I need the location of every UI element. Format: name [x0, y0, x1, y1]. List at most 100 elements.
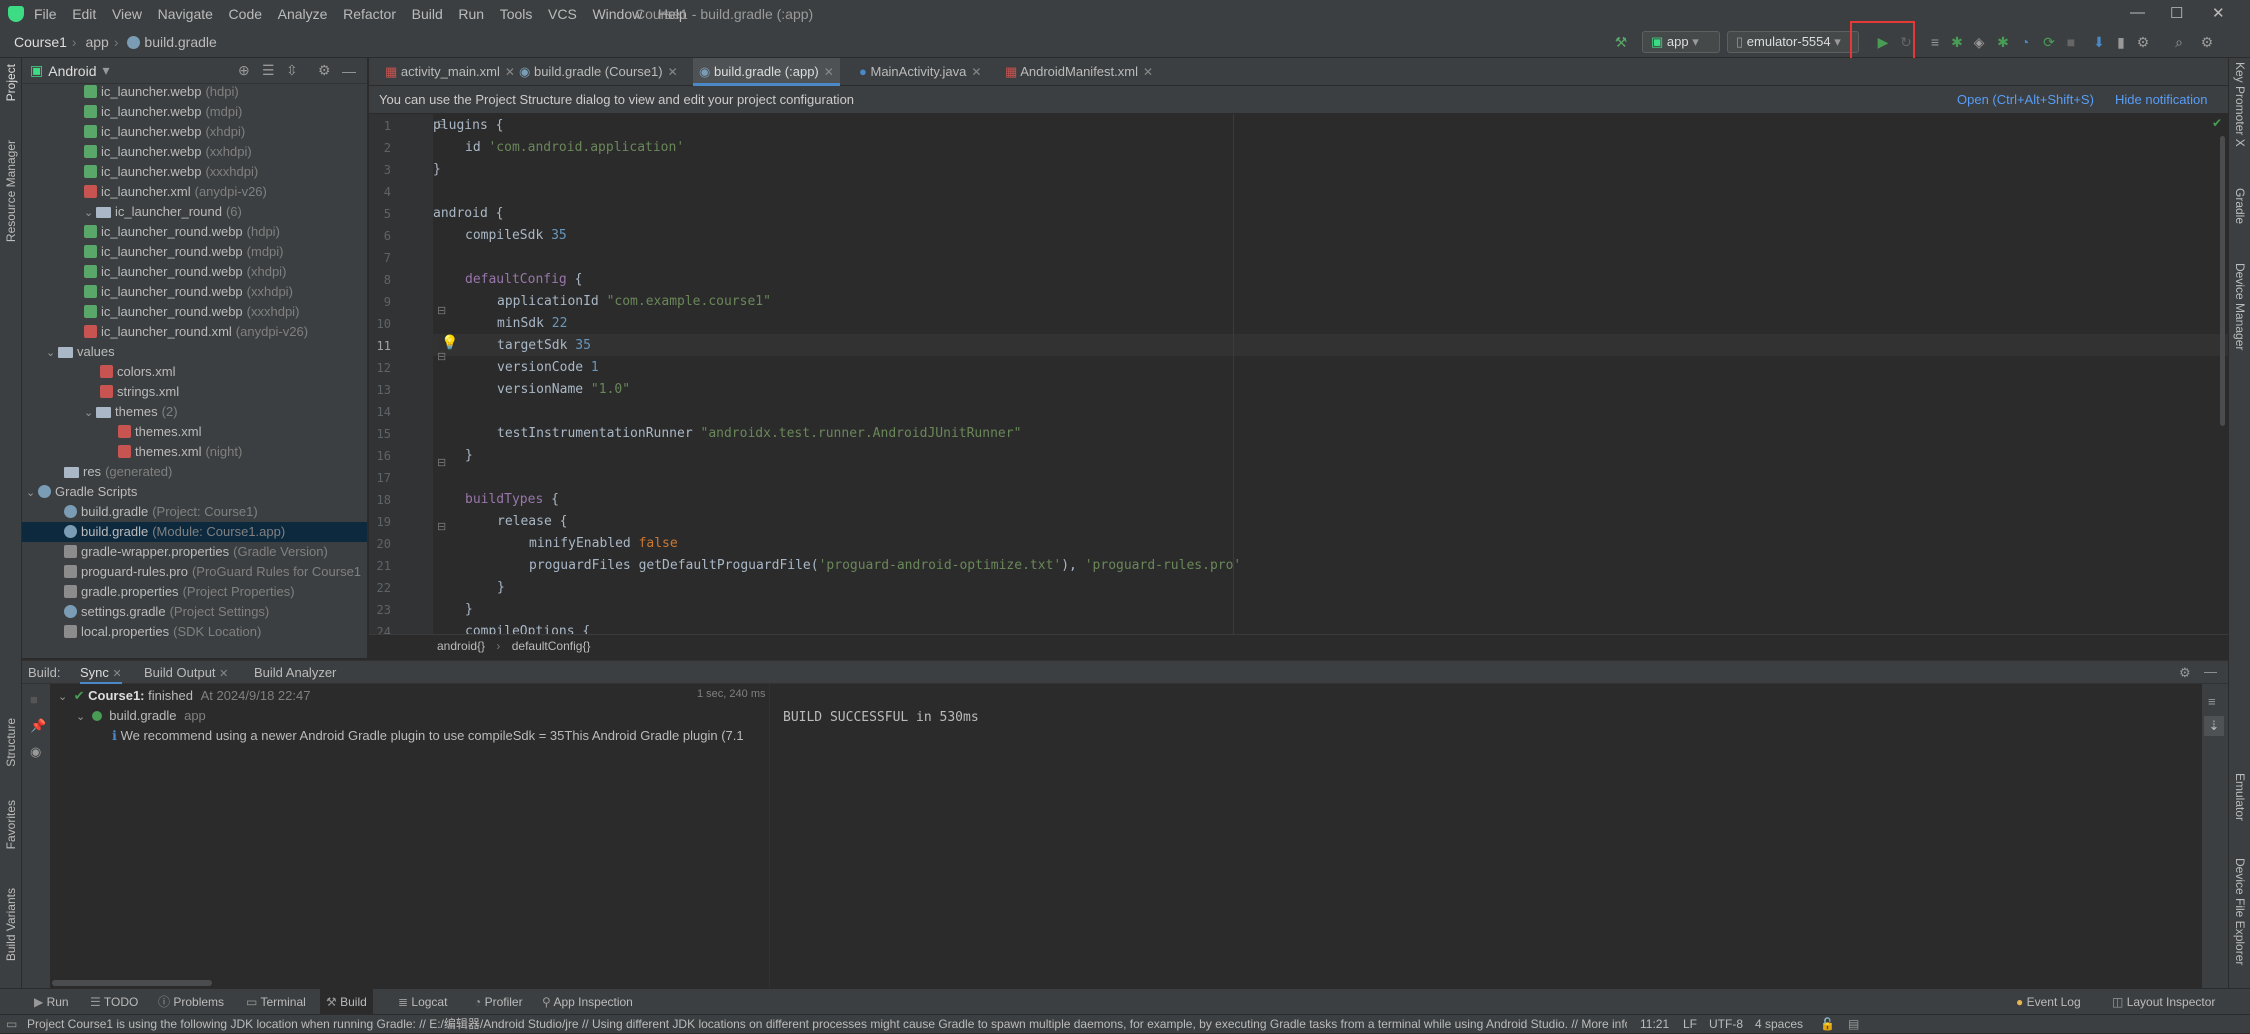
- menu-vcs[interactable]: VCS: [548, 6, 577, 22]
- chevron-down-icon[interactable]: ⌄: [46, 343, 58, 363]
- breadcrumb-project[interactable]: Course1: [14, 34, 67, 50]
- chevron-down-icon[interactable]: ⌄: [26, 483, 38, 503]
- build-variants-strip-button[interactable]: Build Variants: [4, 888, 18, 961]
- chevron-down-icon[interactable]: ▾: [103, 62, 110, 79]
- tab-android-manifest-xml[interactable]: ▦ AndroidManifest.xml ✕: [999, 58, 1159, 86]
- tree-item[interactable]: strings.xml: [100, 382, 179, 402]
- lock-icon[interactable]: 🔓: [1820, 1015, 1835, 1034]
- project-strip-button[interactable]: Project: [4, 64, 18, 101]
- favorites-strip-button[interactable]: Favorites: [4, 800, 18, 849]
- project-view-selector[interactable]: Android: [48, 63, 96, 79]
- scroll-to-end-icon[interactable]: ⇣: [2204, 716, 2224, 736]
- expand-all-icon[interactable]: ☰: [262, 62, 275, 79]
- menu-code[interactable]: Code: [229, 6, 262, 22]
- app-inspection-tool-button[interactable]: ⚲ App Inspection: [536, 989, 639, 1015]
- profile-icon[interactable]: ◔: [2016, 33, 2034, 51]
- line-separator[interactable]: LF: [1683, 1015, 1697, 1034]
- tree-folder[interactable]: ⌄ ic_launcher_round (6): [84, 202, 242, 222]
- menu-file[interactable]: File: [34, 6, 57, 22]
- soft-wrap-icon[interactable]: ≡: [2208, 694, 2216, 709]
- layout-inspector-tool-button[interactable]: ◫ Layout Inspector: [2106, 989, 2221, 1015]
- tree-item[interactable]: settings.gradle (Project Settings): [64, 602, 269, 622]
- no-problems-check-icon[interactable]: ✔: [2212, 116, 2222, 130]
- tree-item[interactable]: themes.xml (night): [118, 442, 242, 462]
- tree-item[interactable]: ic_launcher.webp (xxxhdpi): [84, 162, 258, 182]
- make-project-hammer-icon[interactable]: ⚒: [1612, 33, 1630, 51]
- menu-run[interactable]: Run: [458, 6, 484, 22]
- tree-item[interactable]: gradle.properties (Project Properties): [64, 582, 295, 602]
- close-tab-icon[interactable]: ✕: [668, 65, 678, 79]
- hide-build-panel-icon[interactable]: —: [2204, 664, 2217, 679]
- menu-analyze[interactable]: Analyze: [278, 6, 328, 22]
- stop-build-icon[interactable]: ■: [30, 692, 38, 707]
- memory-indicator-icon[interactable]: ▤: [1848, 1015, 1859, 1034]
- menu-tools[interactable]: Tools: [500, 6, 533, 22]
- editor-scrollbar[interactable]: [2220, 136, 2225, 426]
- hide-panel-icon[interactable]: —: [342, 63, 356, 79]
- hide-notification-link[interactable]: Hide notification: [2115, 86, 2208, 114]
- tree-item[interactable]: ic_launcher.webp (mdpi): [84, 102, 242, 122]
- tree-item[interactable]: local.properties (SDK Location): [64, 622, 261, 642]
- close-window-icon[interactable]: ✕: [2212, 4, 2225, 22]
- device-dropdown[interactable]: ▯ emulator-5554 ▾: [1727, 31, 1859, 53]
- breadcrumb-defaultconfig-block[interactable]: defaultConfig{}: [512, 639, 591, 653]
- tree-item[interactable]: themes.xml: [118, 422, 201, 442]
- tree-item[interactable]: gradle-wrapper.properties (Gradle Version…: [64, 542, 328, 562]
- build-output-console[interactable]: BUILD SUCCESSFUL in 530ms: [771, 684, 2203, 988]
- sync-root-row[interactable]: ⌄ ✔ Course1: finished At 2024/9/18 22:47: [58, 686, 310, 706]
- tab-activity-main-xml[interactable]: ▦ activity_main.xml ✕: [379, 58, 521, 86]
- breadcrumb-android-block[interactable]: android{}: [437, 639, 485, 653]
- tree-item[interactable]: build.gradle (Project: Course1): [64, 502, 258, 522]
- run-config-dropdown[interactable]: ▣ app ▾: [1642, 31, 1720, 53]
- close-tab-icon[interactable]: ✕: [1143, 65, 1153, 79]
- tree-item[interactable]: ic_launcher_round.xml (anydpi-v26): [84, 322, 308, 342]
- maximize-icon[interactable]: ☐: [2170, 4, 2183, 22]
- breadcrumb-file[interactable]: build.gradle: [144, 34, 216, 50]
- stop-icon[interactable]: ■: [2062, 33, 2080, 51]
- tree-item-selected[interactable]: build.gradle (Module: Course1.app): [22, 522, 367, 542]
- menu-edit[interactable]: Edit: [72, 6, 96, 22]
- chevron-down-icon[interactable]: ⌄: [76, 707, 88, 727]
- toggle-tool-windows-icon[interactable]: ▭: [6, 1015, 17, 1034]
- search-icon[interactable]: ⌕: [2170, 33, 2188, 51]
- tree-item[interactable]: ic_launcher.webp (xxhdpi): [84, 142, 252, 162]
- emulator-strip-button[interactable]: Emulator: [2233, 773, 2247, 821]
- lightbulb-icon[interactable]: 💡: [441, 334, 458, 351]
- locate-file-icon[interactable]: ⊕: [238, 62, 250, 79]
- menu-build[interactable]: Build: [412, 6, 443, 22]
- tab-build-gradle-app[interactable]: ◉ build.gradle (:app) ✕: [693, 58, 840, 86]
- menu-refactor[interactable]: Refactor: [343, 6, 396, 22]
- device-manager-icon[interactable]: ▮: [2112, 33, 2130, 51]
- problems-tool-button[interactable]: ⓘ Problems: [152, 989, 230, 1015]
- project-structure-icon[interactable]: ⚙: [2134, 33, 2152, 51]
- caret-position[interactable]: 11:21: [1640, 1015, 1669, 1034]
- menu-view[interactable]: View: [112, 6, 142, 22]
- device-file-explorer-strip-button[interactable]: Device File Explorer: [2233, 858, 2247, 965]
- run-tool-button[interactable]: ▶ Run: [28, 989, 75, 1015]
- options-gear-icon[interactable]: ⚙: [318, 62, 331, 79]
- tree-item[interactable]: ic_launcher_round.webp (mdpi): [84, 242, 284, 262]
- fold-icon[interactable]: ⊟: [437, 456, 446, 469]
- attach-debugger-icon[interactable]: ✱: [1994, 33, 2012, 51]
- device-manager-strip-button[interactable]: Device Manager: [2233, 263, 2247, 350]
- tab-main-activity-java[interactable]: ● MainActivity.java ✕: [853, 58, 987, 86]
- indent-setting[interactable]: 4 spaces: [1755, 1015, 1803, 1034]
- tab-build-gradle-project[interactable]: ◉ build.gradle (Course1) ✕: [513, 58, 684, 86]
- breadcrumb-module[interactable]: app: [85, 34, 108, 50]
- tree-item[interactable]: ic_launcher_round.webp (xhdpi): [84, 262, 286, 282]
- logcat-tool-button[interactable]: ≣ Logcat: [392, 989, 453, 1015]
- tree-item[interactable]: ic_launcher.webp (xhdpi): [84, 122, 245, 142]
- tree-item[interactable]: ic_launcher_round.webp (xxhdpi): [84, 282, 293, 302]
- tree-item[interactable]: ic_launcher.xml (anydpi-v26): [84, 182, 267, 202]
- tab-build-analyzer[interactable]: Build Analyzer: [254, 661, 336, 685]
- tree-item[interactable]: ic_launcher_round.webp (hdpi): [84, 222, 280, 242]
- profiler-tool-button[interactable]: ◔ Profiler: [468, 989, 529, 1015]
- pin-tab-icon[interactable]: 📌: [30, 718, 46, 734]
- debug-icon[interactable]: ✱: [1948, 33, 1966, 51]
- status-message[interactable]: Project Course1 is using the following J…: [27, 1015, 1627, 1034]
- sdk-manager-icon[interactable]: ⬇: [2090, 33, 2108, 51]
- chevron-down-icon[interactable]: ⌄: [84, 203, 96, 223]
- key-promoter-strip-button[interactable]: Key Promoter X: [2233, 62, 2247, 147]
- sync-warning-row[interactable]: ℹ We recommend using a newer Android Gra…: [112, 726, 766, 746]
- code-editor[interactable]: 1 2 3 4 5 6 7 8 9 10 11 12 13 14 15 16 17 18 19 20 21 22 23 24 …: [369, 114, 2228, 634]
